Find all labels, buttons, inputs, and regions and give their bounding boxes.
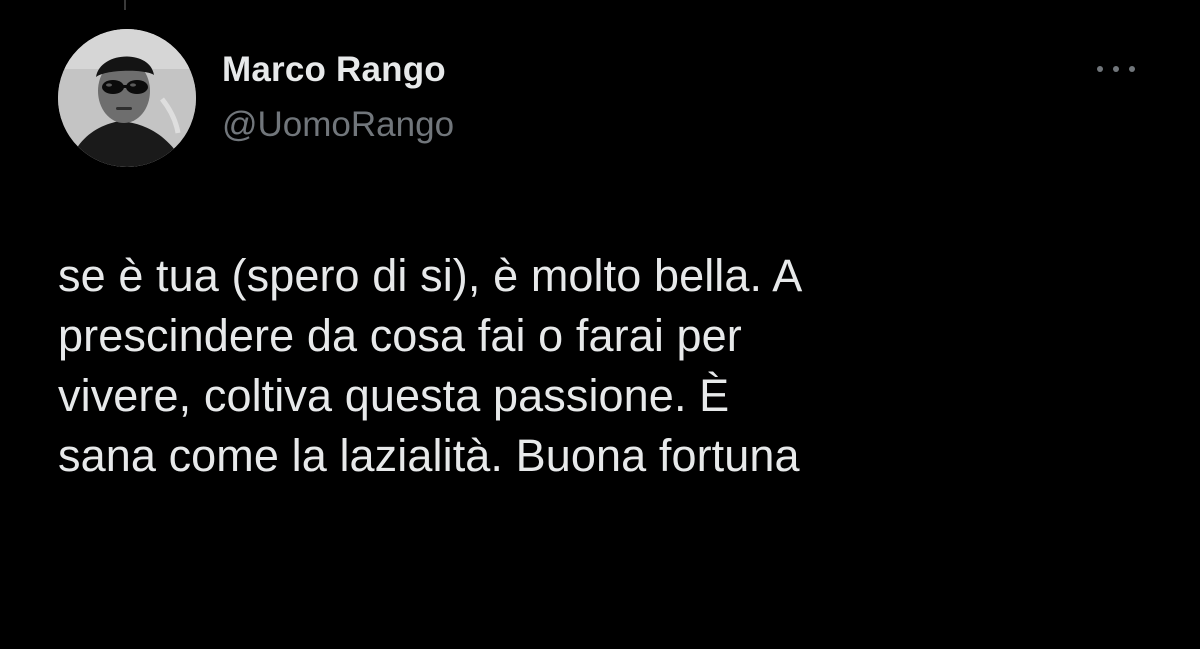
tweet-text-line: prescindere da cosa fai o farai per bbox=[58, 310, 742, 361]
tweet-text: se è tua (spero di si), è molto bella. A… bbox=[58, 246, 1168, 486]
tweet-text-line: se è tua (spero di si), è molto bella. A bbox=[58, 250, 803, 301]
avatar[interactable] bbox=[58, 29, 196, 167]
thread-connector bbox=[124, 0, 126, 10]
more-options-button[interactable] bbox=[1092, 55, 1140, 83]
profile-photo-icon bbox=[58, 29, 196, 167]
tweet-text-line: sana come la lazialità. Buona fortuna bbox=[58, 430, 800, 481]
more-horizontal-icon-dot bbox=[1113, 66, 1119, 72]
tweet-card: Marco Rango @UomoRango se è tua (spero d… bbox=[0, 0, 1200, 649]
tweet-text-line: vivere, coltiva questa passione. È bbox=[58, 370, 730, 421]
more-horizontal-icon bbox=[1097, 66, 1103, 72]
author-name[interactable]: Marco Rango bbox=[222, 48, 446, 92]
more-horizontal-icon-dot bbox=[1129, 66, 1135, 72]
author-handle[interactable]: @UomoRango bbox=[222, 103, 454, 147]
